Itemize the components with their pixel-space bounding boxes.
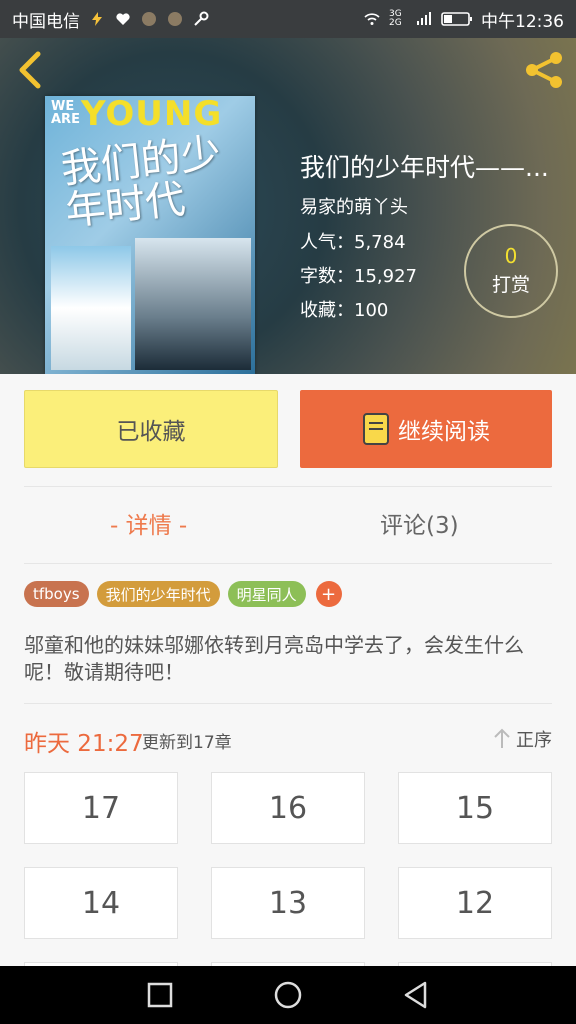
chapter-button[interactable]: 12 [398,867,552,939]
add-tag-button[interactable]: + [315,581,342,607]
popularity-value: 5,784 [354,232,406,253]
battery-icon [441,12,472,26]
divider [24,486,552,487]
popularity-label: 人气： [300,232,354,253]
recents-icon[interactable] [145,980,175,1010]
favorited-label: 已收藏 [116,419,186,445]
sort-order-label: 正序 [516,730,552,751]
cover-young: YOUNG [81,96,223,134]
system-nav-bar [0,966,576,1024]
status-bar: 中国电信 3G 2G 中午12:36 [0,0,576,38]
tag-item[interactable]: 明星同人 [227,581,306,607]
tag-list: tfboys 我们的少年时代 明星同人 + [24,581,342,607]
app-icon-2 [168,12,182,26]
favorites-label: 收藏： [300,300,354,321]
word-count-stat: 字数：15,927 [300,262,417,288]
carrier-label: 中国电信 [12,11,80,32]
favorites-value: 100 [354,300,389,321]
update-text: 更新到17章 [142,733,232,753]
wifi-icon [364,13,380,25]
home-icon[interactable] [273,980,303,1010]
update-time: 昨天 21:27 [24,731,144,757]
reward-button[interactable]: 0 打赏 [464,224,558,318]
word-count-label: 字数： [300,266,354,287]
cover-title: 我们的少年时代 [58,130,223,235]
back-icon[interactable] [14,50,48,90]
signal-icon [417,12,431,25]
heart-icon [116,13,130,25]
tag-item[interactable]: 我们的少年时代 [96,581,220,607]
book-header: WE ARE YOUNG 我们的少年时代 我们的少年时代——... 易家的萌丫头… [0,38,576,374]
popularity-stat: 人气：5,784 [300,228,406,254]
cover-photo-girl [135,238,251,370]
cover-photo [51,246,131,370]
continue-reading-button[interactable]: 继续阅读 [300,390,552,468]
tag-item[interactable]: tfboys [24,581,89,607]
word-count-value: 15,927 [354,266,417,287]
cover-we-are: WE ARE [51,99,80,127]
continue-reading-label: 继续阅读 [398,419,490,445]
app-icon [142,12,156,26]
back-nav-icon[interactable] [401,980,431,1010]
chapter-button[interactable]: 15 [398,772,552,844]
divider [24,563,552,564]
arrow-up-icon [494,728,510,748]
clock: 中午12:36 [481,11,564,32]
chapter-button[interactable]: 17 [24,772,178,844]
book-icon [363,413,389,445]
favorited-button[interactable]: 已收藏 [24,390,278,468]
book-title: 我们的少年时代——... [300,153,549,182]
chapter-button[interactable]: 14 [24,867,178,939]
book-author[interactable]: 易家的萌丫头 [300,193,408,219]
tab-comments[interactable]: 评论(3) [380,506,459,540]
book-description: 邬童和他的妹妹邬娜依转到月亮岛中学去了，会发生什么呢！敬请期待吧！ [24,633,524,684]
chapter-button[interactable]: 13 [211,867,365,939]
sort-order-button[interactable]: 正序 [492,726,552,752]
reward-label: 打赏 [491,274,530,296]
reward-count: 0 [504,244,518,268]
chapter-button[interactable]: 16 [211,772,365,844]
divider [24,703,552,704]
charging-icon [92,12,102,26]
tab-detail[interactable]: - 详情 - [110,506,187,540]
key-icon [194,11,209,26]
book-cover[interactable]: WE ARE YOUNG 我们的少年时代 [45,96,255,374]
favorites-stat: 收藏：100 [300,296,388,322]
network-type-label: 3G 2G [389,9,402,28]
share-icon[interactable] [522,50,566,90]
